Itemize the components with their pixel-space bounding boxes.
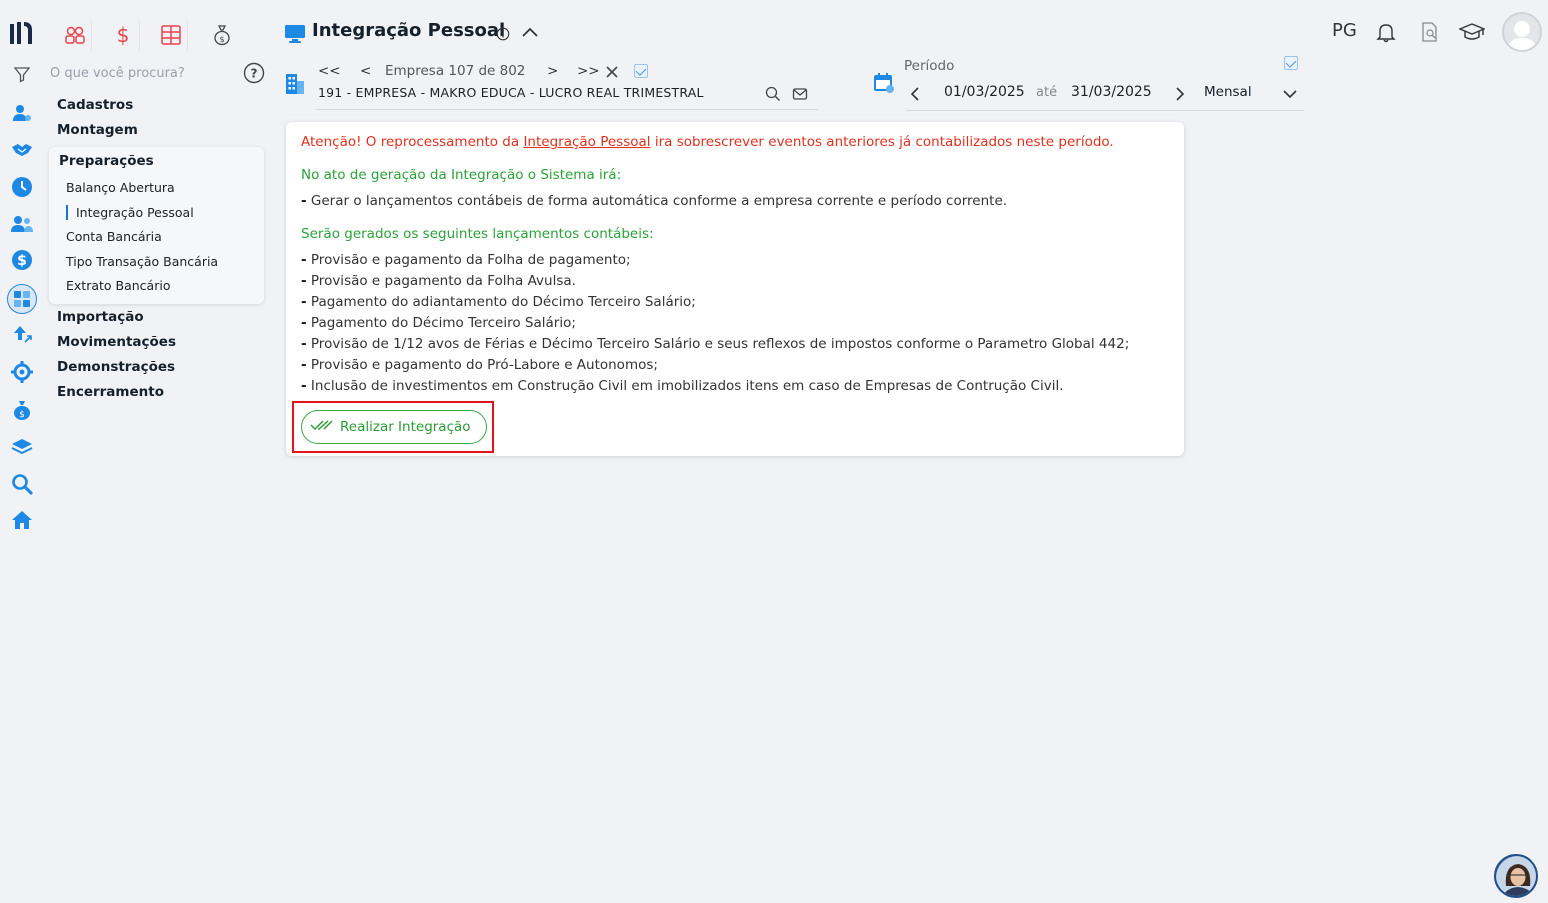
bell-icon[interactable] bbox=[1376, 21, 1396, 47]
period-next-icon[interactable] bbox=[1173, 86, 1187, 106]
period-label: Período bbox=[904, 58, 955, 74]
list-item: - Provisão e pagamento do Pró-Labore e A… bbox=[301, 357, 658, 373]
submenu-item-balanco-abertura[interactable]: Balanço Abertura bbox=[66, 180, 175, 195]
nav-item-encerramento[interactable]: Encerramento bbox=[57, 384, 164, 400]
chevron-down-icon[interactable] bbox=[1282, 86, 1298, 105]
period-prev-icon[interactable] bbox=[908, 86, 922, 106]
module-tax[interactable]: $ bbox=[205, 18, 239, 52]
info-icon[interactable] bbox=[496, 26, 510, 45]
document-search-icon[interactable] bbox=[1420, 21, 1440, 47]
module-accounting[interactable] bbox=[154, 18, 188, 52]
button-label: Realizar Integração bbox=[340, 419, 471, 435]
upload-icon[interactable] bbox=[10, 324, 34, 348]
heading-entries: Serão gerados os seguintes lançamentos c… bbox=[301, 226, 654, 242]
list-item: - Inclusão de investimentos em Construçã… bbox=[301, 378, 1064, 394]
svg-text:$: $ bbox=[17, 253, 27, 269]
list-item: - Provisão de 1/12 avos de Férias e Déci… bbox=[301, 336, 1130, 352]
submenu-item-extrato-bancario[interactable]: Extrato Bancário bbox=[66, 278, 170, 293]
svg-text:$: $ bbox=[219, 35, 224, 44]
calculator-icon[interactable] bbox=[7, 284, 37, 314]
nav-item-montagem[interactable]: Montagem bbox=[57, 122, 138, 138]
svg-text:?: ? bbox=[251, 67, 258, 81]
period-mode-select[interactable]: Mensal bbox=[1204, 84, 1252, 100]
dollar-icon[interactable]: $ bbox=[10, 248, 34, 272]
grid-icon bbox=[160, 25, 181, 45]
help-icon[interactable]: ? bbox=[243, 62, 265, 88]
nav-item-preparacoes[interactable]: Preparações bbox=[59, 153, 154, 169]
avatar[interactable] bbox=[1502, 12, 1542, 52]
building-icon bbox=[284, 72, 306, 100]
svg-text:$: $ bbox=[116, 24, 129, 46]
company-counter: Empresa 107 de 802 bbox=[385, 63, 526, 79]
layers-icon[interactable] bbox=[10, 435, 34, 459]
nav-item-demonstracoes[interactable]: Demonstrações bbox=[57, 359, 175, 375]
page-title: Integração Pessoal bbox=[312, 20, 506, 41]
people-icon bbox=[64, 26, 85, 44]
realizar-integracao-button[interactable]: Realizar Integração bbox=[301, 410, 487, 444]
list-item: - Provisão e pagamento da Folha Avulsa. bbox=[301, 273, 576, 289]
user-initials[interactable]: PG bbox=[1332, 20, 1357, 41]
menu-search: ? bbox=[10, 62, 266, 84]
nav-item-cadastros[interactable]: Cadastros bbox=[57, 97, 133, 113]
company-checkbox[interactable] bbox=[634, 64, 648, 78]
period-underline bbox=[906, 110, 1304, 111]
nav-item-importacao[interactable]: Importação bbox=[57, 309, 144, 325]
submenu-item-conta-bancaria[interactable]: Conta Bancária bbox=[66, 229, 162, 244]
period-checkbox[interactable] bbox=[1284, 56, 1298, 70]
search-icon[interactable] bbox=[765, 86, 781, 106]
submenu-preparacoes: Preparações Balanço Abertura Integração … bbox=[49, 147, 264, 304]
assistant-avatar[interactable] bbox=[1494, 854, 1538, 898]
svg-text:$: $ bbox=[19, 410, 25, 420]
period-end-date[interactable]: 31/03/2025 bbox=[1071, 84, 1152, 100]
list-item: - Provisão e pagamento da Folha de pagam… bbox=[301, 252, 631, 268]
submenu-item-integracao-pessoal[interactable]: Integração Pessoal bbox=[66, 205, 194, 220]
user-settings-icon[interactable] bbox=[10, 101, 34, 125]
company-prev-button[interactable]: < bbox=[360, 63, 380, 79]
nav-item-movimentacoes[interactable]: Movimentações bbox=[57, 334, 176, 350]
company-last-button[interactable]: >> bbox=[577, 63, 605, 79]
calendar-icon bbox=[873, 72, 895, 98]
period-start-date[interactable]: 01/03/2025 bbox=[944, 84, 1025, 100]
users-icon[interactable] bbox=[10, 212, 34, 236]
mail-icon[interactable] bbox=[792, 86, 808, 106]
company-next-button[interactable]: > bbox=[547, 63, 575, 79]
chevron-up-icon[interactable] bbox=[521, 24, 539, 44]
handshake-icon[interactable] bbox=[10, 138, 34, 162]
dollar-icon: $ bbox=[116, 24, 129, 46]
list-item: - Pagamento do adiantamento do Décimo Te… bbox=[301, 294, 696, 310]
close-icon[interactable] bbox=[605, 64, 619, 83]
module-finance[interactable]: $ bbox=[106, 18, 140, 52]
company-first-button[interactable]: << bbox=[318, 63, 352, 79]
search-input[interactable] bbox=[50, 62, 230, 84]
home-icon[interactable] bbox=[10, 508, 34, 532]
search-icon[interactable] bbox=[10, 472, 34, 496]
money-bag-icon[interactable]: $ bbox=[10, 398, 34, 422]
gear-icon[interactable] bbox=[10, 360, 34, 384]
period-separator: até bbox=[1036, 85, 1058, 100]
company-underline bbox=[316, 109, 818, 110]
list-item: - Pagamento do Décimo Terceiro Salário; bbox=[301, 315, 576, 331]
clock-icon[interactable] bbox=[10, 175, 34, 199]
monitor-icon bbox=[284, 22, 306, 48]
warning-message: Atenção! O reprocessamento da Integração… bbox=[301, 134, 1114, 150]
generation-line: - Gerar o lançamentos contábeis de forma… bbox=[301, 193, 1008, 209]
submenu-item-tipo-transacao-bancaria[interactable]: Tipo Transação Bancária bbox=[66, 254, 218, 269]
app-logo[interactable] bbox=[8, 20, 36, 46]
heading-generation: No ato de geração da Integração o Sistem… bbox=[301, 167, 622, 183]
warning-link[interactable]: Integração Pessoal bbox=[523, 134, 650, 150]
money-bag-icon: $ bbox=[214, 25, 230, 46]
graduation-cap-icon[interactable] bbox=[1458, 22, 1486, 46]
module-people[interactable] bbox=[58, 18, 92, 52]
company-navigator: << < Empresa 107 de 802 > >> bbox=[318, 60, 605, 82]
double-check-icon bbox=[310, 418, 334, 436]
company-name[interactable]: 191 - EMPRESA - MAKRO EDUCA - LUCRO REAL… bbox=[318, 85, 704, 100]
